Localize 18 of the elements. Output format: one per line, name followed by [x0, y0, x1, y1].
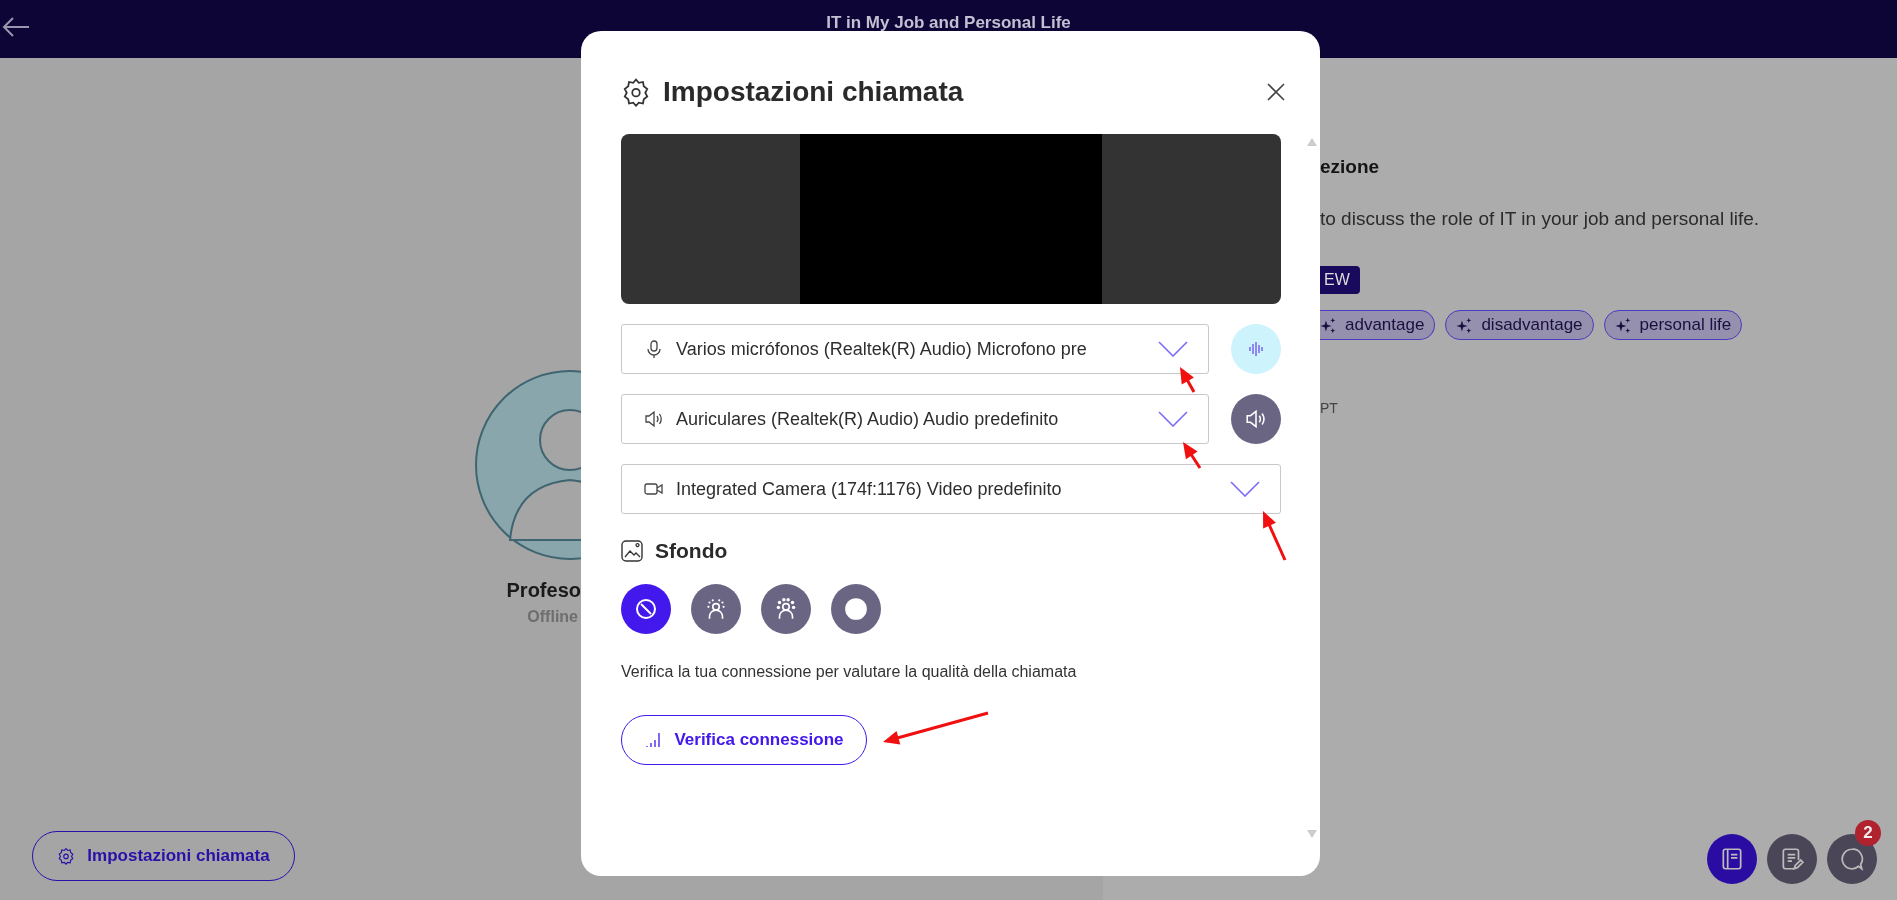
section-label: PT — [1320, 400, 1338, 416]
profile-name: Profeso — [506, 579, 581, 602]
camera-select[interactable]: Integrated Camera (174f:1176) Video predefinito — [621, 464, 1281, 514]
check-connection-button[interactable]: Verifica connessione — [621, 715, 867, 765]
notification-badge: 2 — [1855, 820, 1881, 846]
section-title: Sfondo — [655, 539, 728, 563]
call-settings-button[interactable]: Impostazioni chiamata — [32, 831, 295, 881]
speaker-select[interactable]: Auriculares (Realtek(R) Audio) Audio predefinito — [621, 394, 1209, 444]
keyword-tag[interactable]: disadvantage — [1445, 310, 1594, 340]
level-badge: EW — [1320, 266, 1360, 294]
page-title: IT in My Job and Personal Life — [826, 13, 1071, 33]
dialog-title: Impostazioni chiamata — [663, 76, 964, 108]
microphone-select[interactable]: Varios micrófonos (Realtek(R) Audio) Microfono pre — [621, 324, 1209, 374]
connection-hint: Verifica la tua connessione per valutare la qualità della chiamata — [621, 663, 1077, 681]
lesson-description: to discuss the role of IT in your job and personal life. — [1320, 208, 1759, 230]
section-heading: ezione — [1320, 156, 1380, 178]
keyword-tag[interactable]: advantage — [1320, 310, 1436, 340]
keyword-tag[interactable]: personal life — [1603, 310, 1743, 340]
